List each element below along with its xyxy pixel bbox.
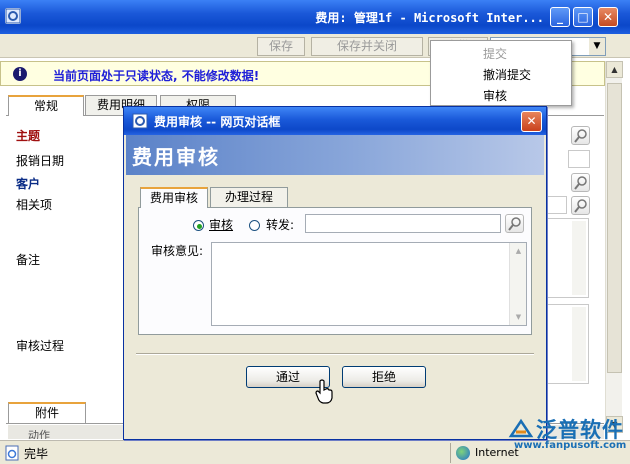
- dialog-separator: [136, 353, 534, 355]
- process-label: 审核过程: [16, 339, 65, 353]
- approval-panel: 审核 转发: 审核意见: ▲ ▼: [138, 207, 532, 335]
- save-button[interactable]: 保存: [257, 37, 305, 56]
- info-icon: i: [13, 67, 27, 81]
- related-label: 相关项: [16, 198, 53, 212]
- lookup-customer-icon[interactable]: [571, 173, 590, 192]
- ie-page-icon: [5, 8, 21, 24]
- brand-watermark: 泛普软件 www.fanpusoft.com: [508, 414, 626, 454]
- vertical-scrollbar[interactable]: ▲ ▼: [605, 61, 623, 433]
- window-title: 费用: 管理1f - Microsoft Inter...: [315, 11, 544, 25]
- opinion-textarea[interactable]: ▲ ▼: [211, 242, 527, 326]
- dialog-title: 费用审核 -- 网页对话框: [154, 115, 281, 129]
- approve-radio-label[interactable]: 审核: [209, 216, 233, 233]
- menu-item-cancel-submit[interactable]: 撤消提交: [483, 66, 531, 83]
- chevron-down-icon[interactable]: ▼: [589, 38, 605, 55]
- tab-attachments[interactable]: 附件: [8, 402, 86, 423]
- process-scrollbar[interactable]: [572, 307, 586, 381]
- maximize-button[interactable]: □: [573, 7, 593, 27]
- tab-handling-process[interactable]: 办理过程: [210, 187, 288, 207]
- notice-text: 当前页面处于只读状态, 不能修改数据!: [53, 69, 260, 83]
- dialog-page-icon: [132, 113, 148, 129]
- tab-general[interactable]: 常规: [8, 95, 84, 116]
- brand-logo-icon: [508, 418, 534, 440]
- hand-cursor-icon: [314, 379, 334, 405]
- scroll-up-icon[interactable]: ▲: [606, 61, 623, 78]
- opinion-scroll-down-icon[interactable]: ▼: [510, 309, 527, 325]
- forward-input[interactable]: [305, 214, 501, 233]
- lookup-subject-icon[interactable]: [571, 126, 590, 145]
- status-text: 完毕: [24, 447, 49, 461]
- related-field[interactable]: [547, 196, 567, 214]
- dialog-close-button[interactable]: ✕: [521, 111, 542, 132]
- attachment-action-header: 动作: [28, 429, 50, 439]
- status-divider: [450, 443, 451, 463]
- opinion-scroll-up-icon[interactable]: ▲: [510, 243, 527, 259]
- approval-menu: 提交 撤消提交 审核: [430, 40, 572, 106]
- remark-scrollbar[interactable]: [572, 221, 586, 295]
- forward-lookup-icon[interactable]: [505, 214, 524, 233]
- reject-button[interactable]: 拒绝: [342, 366, 426, 388]
- opinion-scrollbar[interactable]: ▲ ▼: [509, 243, 526, 325]
- brand-url: www.fanpusoft.com: [514, 440, 627, 451]
- remark-label: 备注: [16, 253, 41, 267]
- scroll-thumb[interactable]: [607, 83, 622, 373]
- forward-radio[interactable]: [249, 220, 260, 231]
- process-textarea[interactable]: [547, 304, 589, 384]
- remark-textarea[interactable]: [547, 218, 589, 298]
- opinion-label: 审核意见:: [151, 244, 204, 258]
- approve-radio[interactable]: [193, 220, 204, 231]
- lookup-related-icon[interactable]: [571, 196, 590, 215]
- dialog-header-banner: 费用审核: [126, 135, 544, 175]
- customer-label: 客户: [16, 177, 41, 191]
- dialog-titlebar: 费用审核 -- 网页对话框 ✕: [124, 107, 546, 135]
- subject-label: 主题: [16, 129, 41, 143]
- menu-item-submit[interactable]: 提交: [483, 45, 507, 62]
- approval-dialog: 费用审核 -- 网页对话框 ✕ 费用审核 费用审核 办理过程 审核 转发: 审核…: [123, 106, 547, 440]
- globe-icon: [456, 446, 470, 460]
- menu-item-approve[interactable]: 审核: [483, 87, 507, 104]
- minimize-button[interactable]: _: [550, 7, 570, 27]
- date-label: 报销日期: [16, 154, 65, 168]
- window-titlebar: 费用: 管理1f - Microsoft Inter... _ □ ✕: [0, 0, 630, 34]
- page-done-icon: [4, 445, 20, 461]
- close-window-button[interactable]: ✕: [598, 7, 618, 27]
- dialog-heading: 费用审核: [132, 145, 220, 169]
- tab-expense-approval[interactable]: 费用审核: [140, 187, 208, 208]
- forward-radio-label[interactable]: 转发:: [266, 216, 294, 233]
- date-field[interactable]: [568, 150, 590, 168]
- save-close-button[interactable]: 保存并关闭: [311, 37, 423, 56]
